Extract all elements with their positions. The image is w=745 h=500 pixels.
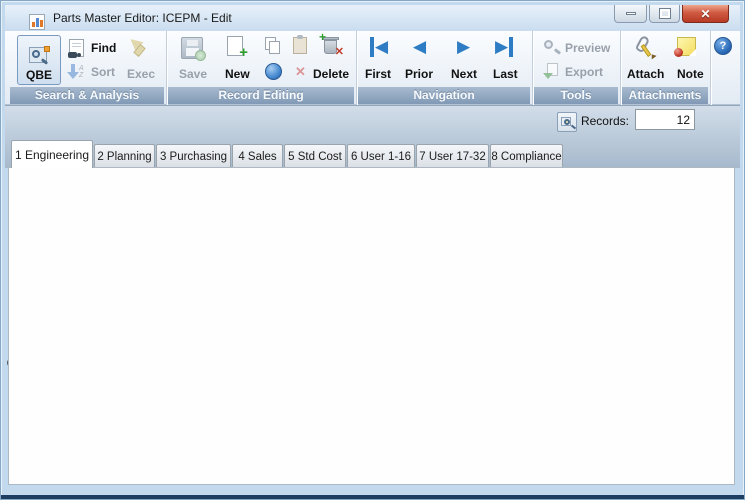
refresh-globe-icon[interactable]	[265, 63, 282, 80]
last-icon[interactable]: ▶	[495, 37, 513, 57]
prior-icon[interactable]: ◀	[413, 37, 426, 57]
sort-button[interactable]: Sort	[91, 65, 115, 79]
qbe-button[interactable]: QBE	[17, 35, 61, 85]
first-icon[interactable]: ◀	[370, 37, 388, 57]
preview-button[interactable]: Preview	[565, 41, 610, 55]
tab-user-17-32[interactable]: 7 User 17-32	[416, 144, 489, 168]
tab-compliance[interactable]: 8 Compliance	[490, 144, 563, 168]
tab-planning[interactable]: 2 Planning	[94, 144, 155, 168]
maximize-button[interactable]	[649, 5, 680, 23]
records-count-input[interactable]	[635, 109, 695, 130]
export-icon[interactable]	[543, 63, 559, 79]
minimize-icon	[626, 12, 636, 15]
tab-engineering[interactable]: 1 Engineering	[11, 140, 93, 168]
help-icon: ?	[720, 40, 727, 52]
group-search-analysis: QBE Find AZ Sort Exec Search & Analysis	[9, 31, 167, 105]
group-label-record-editing: Record Editing	[168, 87, 354, 104]
paste-icon[interactable]	[293, 37, 307, 54]
new-icon[interactable]: +	[227, 36, 243, 56]
records-search-icon[interactable]	[557, 112, 577, 132]
save-button[interactable]: Save	[179, 67, 207, 81]
app-icon	[29, 14, 45, 30]
attach-button[interactable]: Attach	[627, 67, 664, 81]
close-button[interactable]: ✕	[682, 5, 729, 23]
export-button[interactable]: Export	[565, 65, 603, 79]
tab-std-cost[interactable]: 5 Std Cost	[284, 144, 346, 168]
minimize-button[interactable]	[614, 5, 647, 23]
help-button[interactable]: ?	[714, 37, 732, 55]
tab-purchasing[interactable]: 3 Purchasing	[156, 144, 231, 168]
window-title: Parts Master Editor: ICEPM - Edit	[53, 11, 232, 25]
group-label-attachments: Attachments	[622, 87, 708, 104]
preview-icon[interactable]	[543, 39, 561, 55]
close-icon: ✕	[700, 7, 710, 21]
exec-button[interactable]: Exec	[127, 67, 155, 81]
records-label: Records:	[575, 114, 629, 128]
sort-icon[interactable]: AZ	[67, 63, 83, 81]
parts-master-editor-window: Parts Master Editor: ICEPM - Edit ✕ QBE …	[0, 0, 745, 500]
find-button[interactable]: Find	[91, 41, 116, 55]
group-attachments: Attach Note Attachments	[621, 31, 711, 105]
group-label-tools: Tools	[534, 87, 618, 104]
save-icon[interactable]	[181, 37, 203, 59]
cancel-x-icon[interactable]: ✕	[295, 64, 306, 80]
attach-icon[interactable]	[635, 35, 655, 57]
window-bottom-edge	[1, 495, 744, 499]
first-button[interactable]: First	[365, 67, 391, 81]
qbe-icon	[28, 46, 50, 68]
last-button[interactable]: Last	[493, 67, 518, 81]
exec-icon[interactable]	[127, 37, 149, 59]
group-tools: Preview Export Tools	[533, 31, 621, 105]
delete-icon[interactable]: +✕	[323, 36, 339, 55]
group-navigation: ◀ First ◀ Prior ▶ Next ▶ Last Navigation	[357, 31, 533, 105]
group-record-editing: Save + New ✕ +✕ Delete Record Editing	[167, 31, 357, 105]
tab-user-1-16[interactable]: 6 User 1-16	[347, 144, 415, 168]
group-label-navigation: Navigation	[358, 87, 530, 104]
next-icon[interactable]: ▶	[457, 37, 470, 57]
maximize-icon	[660, 9, 670, 18]
new-button[interactable]: New	[225, 67, 250, 81]
group-label-search-analysis: Search & Analysis	[10, 87, 164, 104]
qbe-label: QBE	[26, 68, 52, 82]
copy-icon[interactable]	[265, 37, 283, 55]
prior-button[interactable]: Prior	[405, 67, 433, 81]
note-button[interactable]: Note	[677, 67, 704, 81]
engineering-tab-panel	[8, 167, 735, 485]
delete-button[interactable]: Delete	[313, 67, 349, 81]
note-icon[interactable]	[677, 37, 696, 56]
tab-sales[interactable]: 4 Sales	[232, 144, 283, 168]
find-icon[interactable]	[69, 39, 84, 57]
toolbar: QBE Find AZ Sort Exec Search & Analysis …	[5, 31, 740, 105]
next-button[interactable]: Next	[451, 67, 477, 81]
